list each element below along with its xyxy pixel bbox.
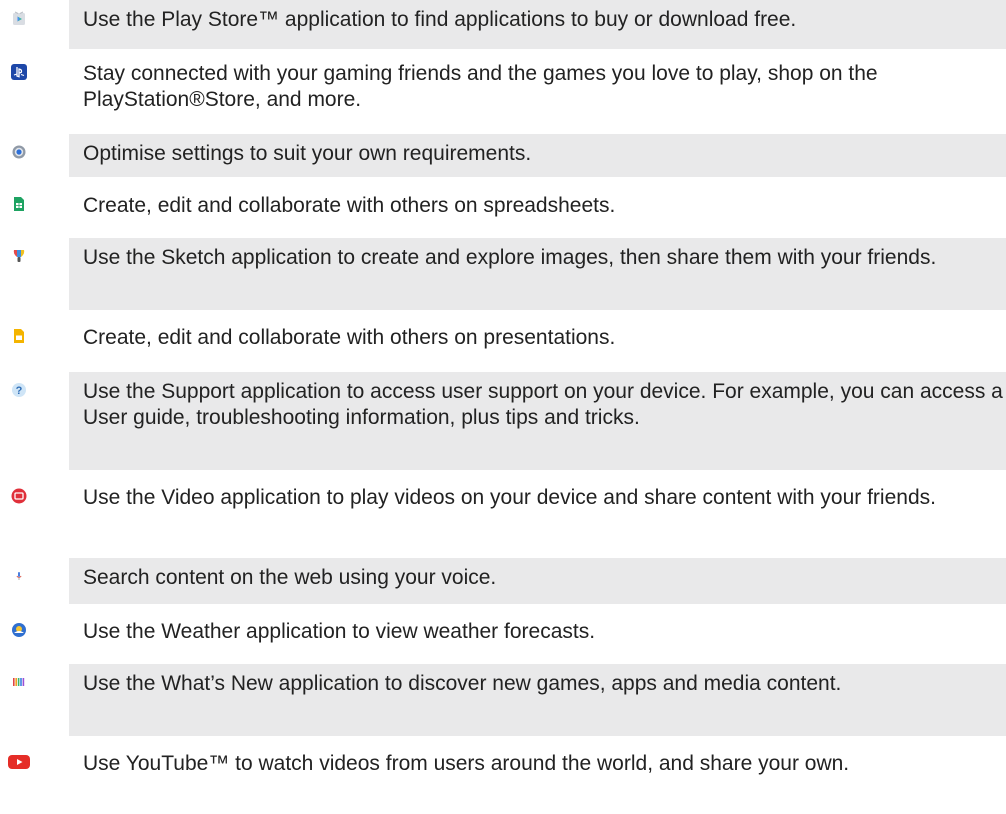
support-question-icon: ? bbox=[11, 382, 27, 398]
sheets-icon bbox=[11, 196, 27, 212]
icon-cell bbox=[0, 186, 58, 229]
list-item-text: Use the Sketch application to create and… bbox=[69, 238, 1006, 310]
list-item-whats-new: Use the What’s New application to discov… bbox=[0, 664, 1006, 736]
list-item-text: Use the Support application to access us… bbox=[69, 372, 1006, 470]
list-item-text: Create, edit and collaborate with others… bbox=[83, 326, 616, 349]
icon-cell bbox=[0, 238, 58, 310]
icon-cell bbox=[0, 134, 58, 177]
icon-cell bbox=[0, 664, 58, 736]
list-item-text: Use the Play Store™ application to find … bbox=[69, 0, 1006, 49]
video-icon bbox=[11, 488, 27, 504]
list-item-play-store: Use the Play Store™ application to find … bbox=[0, 0, 1006, 49]
sketch-icon bbox=[11, 248, 27, 264]
list-item-text: Use the What’s New application to discov… bbox=[69, 664, 1006, 736]
slides-icon bbox=[11, 328, 27, 344]
icon-cell bbox=[0, 558, 58, 604]
list-item-sheets: Create, edit and collaborate with others… bbox=[0, 186, 1006, 229]
list-item-text: Use the Weather application to view weat… bbox=[83, 620, 596, 643]
playstation-icon bbox=[11, 64, 27, 80]
list-item-video: Use the Video application to play videos… bbox=[0, 478, 1006, 550]
list-item-youtube: Use YouTube™ to watch videos from users … bbox=[0, 744, 1006, 814]
icon-cell bbox=[0, 54, 58, 126]
list-item-sketch: Use the Sketch application to create and… bbox=[0, 238, 1006, 310]
list-item-support: ? Use the Support application to access … bbox=[0, 372, 1006, 470]
voice-search-mic-icon bbox=[11, 568, 27, 584]
icon-cell bbox=[0, 478, 58, 550]
list-item-text: Optimise settings to suit your own requi… bbox=[69, 134, 1006, 177]
list-item-text: Use YouTube™ to watch videos from users … bbox=[83, 752, 850, 775]
svg-text:?: ? bbox=[16, 385, 23, 397]
icon-cell bbox=[0, 0, 58, 49]
list-item-weather: Use the Weather application to view weat… bbox=[0, 612, 1006, 656]
list-item-text: Stay connected with your gaming friends … bbox=[83, 62, 878, 111]
icon-cell bbox=[0, 744, 58, 814]
list-item-text: Create, edit and collaborate with others… bbox=[83, 194, 616, 217]
icon-cell bbox=[0, 612, 58, 656]
icon-cell bbox=[0, 318, 58, 366]
whats-new-icon bbox=[11, 674, 27, 690]
play-store-icon bbox=[11, 10, 27, 26]
list-item-slides: Create, edit and collaborate with others… bbox=[0, 318, 1006, 366]
icon-cell: ? bbox=[0, 372, 58, 470]
weather-icon bbox=[11, 622, 27, 638]
youtube-icon bbox=[8, 754, 30, 770]
list-item-text: Search content on the web using your voi… bbox=[69, 558, 1006, 604]
list-item-playstation: Stay connected with your gaming friends … bbox=[0, 54, 1006, 126]
settings-gear-icon bbox=[11, 144, 27, 160]
list-item-settings: Optimise settings to suit your own requi… bbox=[0, 134, 1006, 177]
list-item-text: Use the Video application to play videos… bbox=[83, 486, 936, 509]
list-item-voice-search: Search content on the web using your voi… bbox=[0, 558, 1006, 604]
